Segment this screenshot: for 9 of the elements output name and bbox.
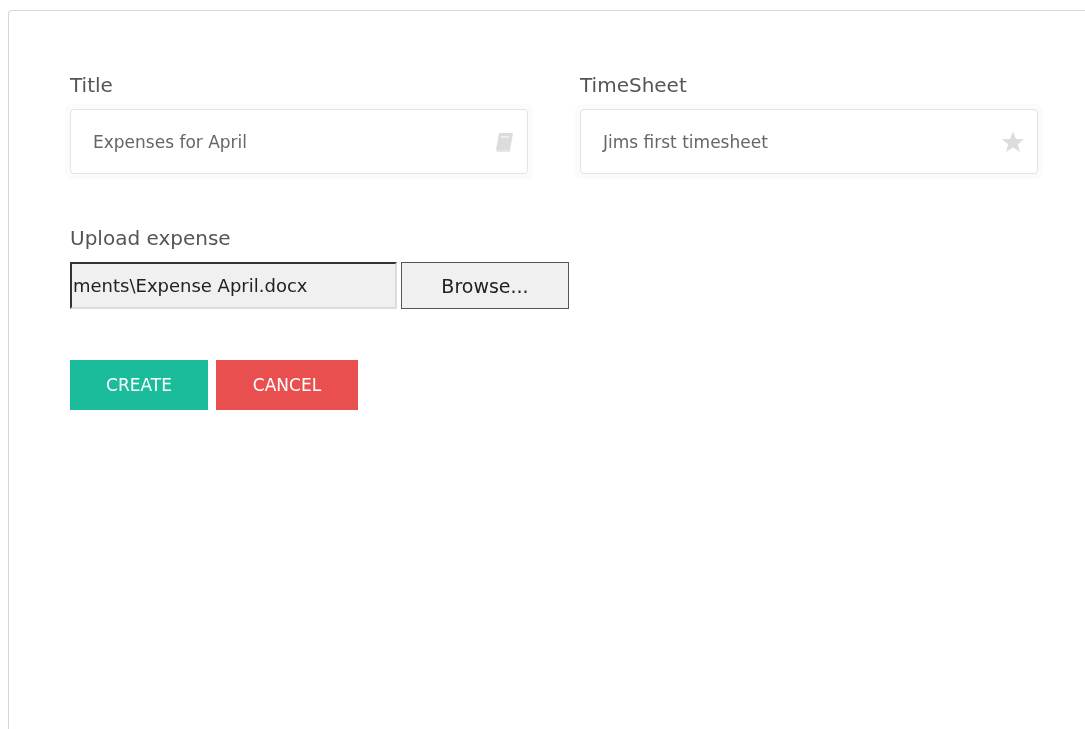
cancel-button[interactable]: CANCEL — [216, 360, 358, 410]
field-label: TimeSheet — [580, 73, 688, 97]
text-field[interactable]: Jims first timesheet — [580, 109, 1038, 174]
field-label: Upload expense — [70, 226, 232, 250]
field-label: Title — [70, 73, 114, 97]
browse-button[interactable]: Browse... — [401, 262, 569, 309]
file-path-field[interactable]: ments\Expense April.docx — [70, 262, 397, 309]
text-field[interactable]: Expenses for April — [70, 109, 528, 174]
book-icon — [493, 130, 515, 153]
